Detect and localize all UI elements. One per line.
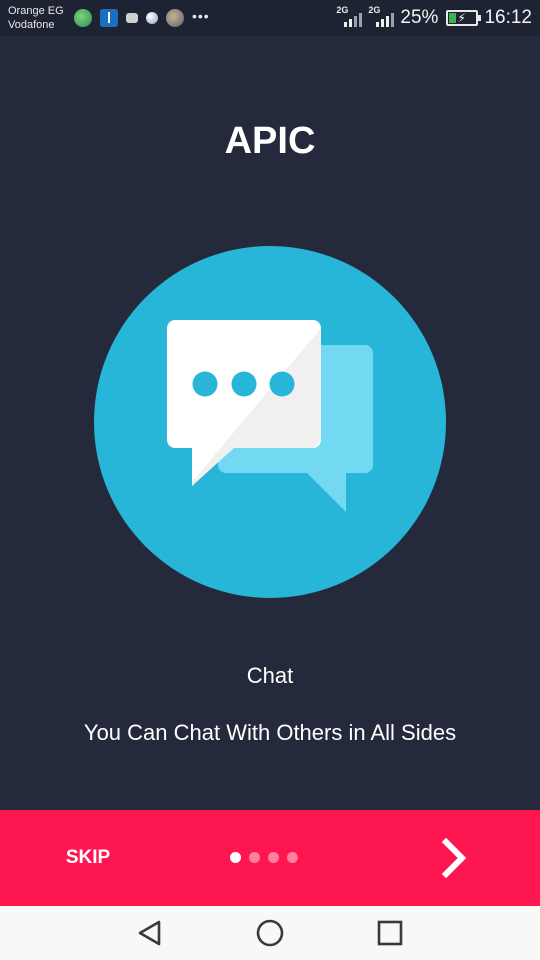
page-indicator [230, 852, 298, 863]
page-dot-2 [249, 852, 260, 863]
clock: 16:12 [484, 7, 532, 28]
charging-icon: ⚡ [457, 11, 466, 25]
next-button[interactable] [426, 834, 482, 882]
battery-icon: ⚡ [446, 10, 482, 26]
page-dot-3 [268, 852, 279, 863]
slide-description: You Can Chat With Others in All Sides [83, 720, 457, 745]
more-icon: ••• [192, 8, 210, 24]
onboarding-action-bar: SKIP [0, 810, 540, 906]
recents-button[interactable] [375, 918, 405, 948]
back-icon [138, 920, 161, 946]
page-dot-1 [230, 852, 241, 863]
back-button[interactable] [135, 918, 165, 948]
app-title: APIC [224, 120, 316, 162]
chat-bubbles-icon [94, 246, 446, 598]
typing-dot-1 [192, 371, 218, 397]
chevron-right-icon [441, 838, 467, 878]
battery-percent: 25% [400, 7, 439, 28]
usb-icon [100, 9, 118, 27]
carrier-name-1: Orange EG [8, 5, 64, 17]
carrier-name-2: Vodafone [8, 19, 55, 31]
signal-1-icon: 2G [336, 5, 363, 29]
signal-2-icon: 2G [368, 5, 395, 29]
typing-dot-2 [231, 371, 257, 397]
status-bar: Orange EG Vodafone ••• 2G 2G 25% ⚡ 16:12 [0, 0, 540, 36]
planet-icon [166, 9, 184, 27]
slide-title: Chat [246, 663, 294, 688]
recents-icon [377, 920, 403, 946]
notification-icons: ••• [74, 8, 210, 27]
carrier-info: Orange EG Vodafone [8, 4, 70, 32]
battery-level [449, 13, 457, 23]
skip-button[interactable]: SKIP [40, 838, 136, 878]
home-icon [256, 919, 284, 947]
system-nav-bar [0, 906, 540, 960]
message-icon [126, 13, 138, 23]
globe-icon [74, 9, 92, 27]
page-dot-4 [287, 852, 298, 863]
moon-icon [146, 12, 158, 24]
home-button[interactable] [255, 918, 285, 948]
typing-dot-3 [269, 371, 295, 397]
